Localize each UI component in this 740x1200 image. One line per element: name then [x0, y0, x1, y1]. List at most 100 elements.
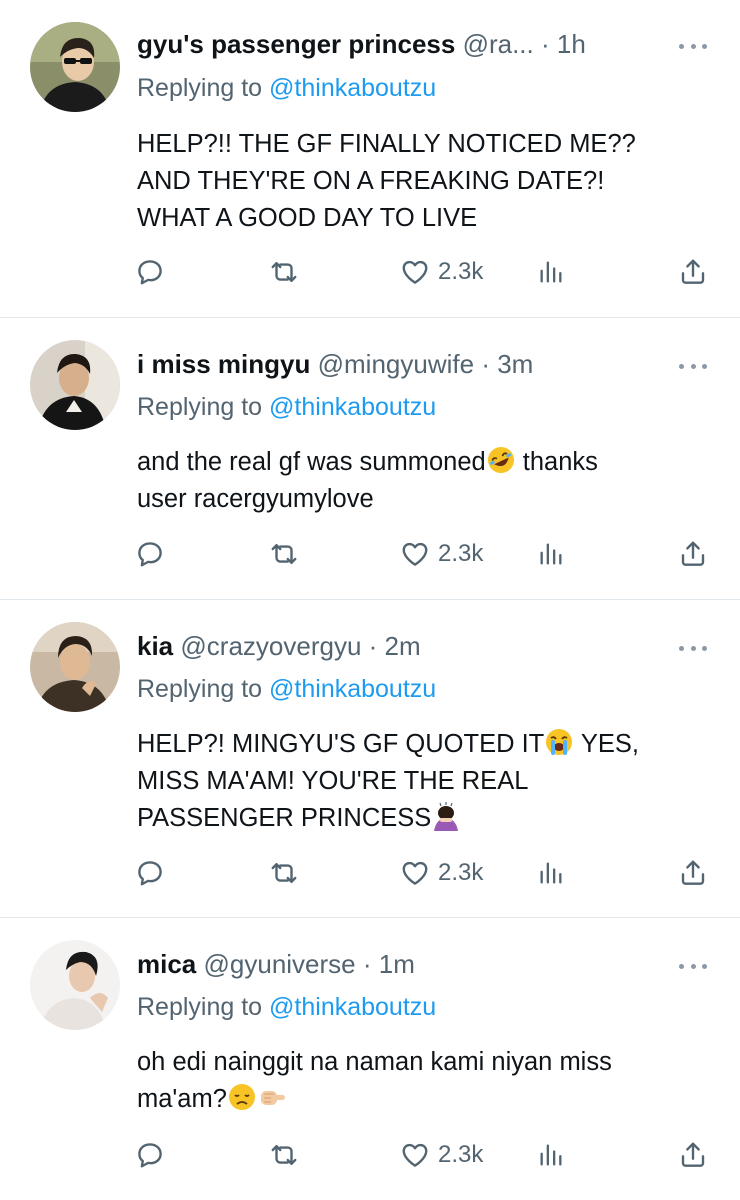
tweet[interactable]: gyu's passenger princess @ra... · 1h Rep… [0, 0, 740, 318]
tweet-text-segment: thanks [515, 448, 598, 476]
username[interactable]: @mingyuwife [318, 349, 474, 379]
avatar[interactable] [30, 340, 120, 430]
like-button[interactable]: 2.3k [400, 252, 483, 292]
tweet-text-line: HELP?! MINGYU'S GF QUOTED IT YES, [137, 726, 680, 763]
more-icon[interactable] [676, 356, 710, 376]
analytics-icon [540, 543, 562, 565]
username[interactable]: @gyuniverse [204, 949, 356, 979]
loudly-crying-emoji [546, 729, 573, 755]
timestamp[interactable]: 1m [379, 949, 415, 979]
display-name[interactable]: gyu's passenger princess [137, 29, 455, 59]
like-count: 2.3k [438, 859, 484, 886]
retweet-icon [271, 1145, 297, 1165]
share-icon [681, 541, 705, 566]
replying-to: Replying to @thinkaboutzu [137, 991, 436, 1023]
replying-to-label: Replying to [137, 393, 263, 421]
share-button[interactable] [678, 534, 708, 574]
tweet[interactable]: kia @crazyovergyu · 2m Replying to @thin… [0, 600, 740, 918]
tweet-header: mica @gyuniverse · 1m [137, 948, 670, 980]
separator-dot: · [540, 29, 550, 59]
tweet-header: i miss mingyu @mingyuwife · 3m [137, 348, 670, 380]
analytics-icon [540, 1144, 562, 1166]
retweet-button[interactable] [268, 534, 300, 574]
retweet-icon [271, 863, 297, 883]
heart-icon [402, 260, 428, 284]
tweet[interactable]: mica @gyuniverse · 1m Replying to @think… [0, 918, 740, 1200]
reply-icon [138, 260, 162, 285]
like-count: 2.3k [438, 258, 484, 285]
tweet-text: oh edi nainggit na naman kami niyan miss… [137, 1044, 680, 1118]
replying-to: Replying to @thinkaboutzu [137, 72, 436, 104]
display-name[interactable]: mica [137, 949, 196, 979]
share-icon [681, 860, 705, 885]
analytics-icon [540, 862, 562, 884]
tweet-text-line: AND THEY'RE ON A FREAKING DATE?! [137, 167, 605, 195]
avatar[interactable] [30, 940, 120, 1030]
timestamp[interactable]: 2m [385, 631, 421, 661]
more-icon[interactable] [676, 956, 710, 976]
tweet-text-line: WHAT A GOOD DAY TO LIVE [137, 204, 478, 232]
tweet-text-line: HELP?!! THE GF FINALLY NOTICED ME?? [137, 130, 636, 158]
more-icon[interactable] [676, 638, 710, 658]
tweet-text-segment: HELP?! MINGYU'S GF QUOTED IT [137, 730, 545, 758]
reply-icon [138, 1143, 162, 1168]
share-icon [681, 1142, 705, 1167]
username[interactable]: @crazyovergyu [180, 631, 361, 661]
avatar[interactable] [30, 622, 120, 712]
share-button[interactable] [678, 853, 708, 893]
retweet-icon [271, 544, 297, 564]
display-name[interactable]: kia [137, 631, 173, 661]
tweet-header: gyu's passenger princess @ra... · 1h [137, 28, 670, 60]
person-bowing-emoji [434, 802, 459, 831]
like-button[interactable]: 2.3k [400, 853, 483, 893]
tweet-text-line: PASSENGER PRINCESS [137, 800, 680, 837]
retweet-button[interactable] [268, 252, 300, 292]
timestamp[interactable]: 3m [497, 349, 533, 379]
mention-link[interactable]: @thinkaboutzu [269, 993, 436, 1021]
tweet-text-segment: PASSENGER PRINCESS [137, 804, 432, 832]
tweet-text-segment: YES, [574, 730, 639, 758]
mention-link[interactable]: @thinkaboutzu [269, 675, 436, 703]
like-button[interactable]: 2.3k [400, 1135, 483, 1175]
heart-icon [402, 542, 428, 566]
disappointed-face-emoji [228, 1084, 255, 1110]
reply-button[interactable] [135, 853, 165, 893]
replying-to-label: Replying to [137, 993, 263, 1021]
reply-icon [138, 861, 162, 886]
more-icon[interactable] [676, 36, 710, 56]
retweet-button[interactable] [268, 1135, 300, 1175]
reply-button[interactable] [135, 1135, 165, 1175]
mention-link[interactable]: @thinkaboutzu [269, 393, 436, 421]
like-button[interactable]: 2.3k [400, 534, 483, 574]
tweet[interactable]: i miss mingyu @mingyuwife · 3m Replying … [0, 318, 740, 600]
analytics-button[interactable] [537, 853, 565, 893]
heart-icon [402, 1143, 428, 1167]
avatar[interactable] [30, 22, 120, 112]
tweet-text: and the real gf was summoned thanks user… [137, 444, 680, 518]
username[interactable]: @ra... [463, 29, 534, 59]
separator-dot: · [481, 349, 490, 379]
replying-to: Replying to @thinkaboutzu [137, 391, 436, 423]
share-icon [681, 259, 705, 284]
tweet-text-line: ma'am? [137, 1081, 680, 1118]
tweet-text: HELP?!! THE GF FINALLY NOTICED ME?? AND … [137, 126, 680, 237]
replying-to-label: Replying to [137, 74, 263, 102]
share-button[interactable] [678, 252, 708, 292]
tweet-actions: 2.3k [0, 252, 740, 292]
analytics-icon [540, 261, 562, 283]
replying-to: Replying to @thinkaboutzu [137, 673, 436, 705]
like-count: 2.3k [438, 1141, 484, 1168]
tweet-text-segment: ma'am? [137, 1085, 227, 1113]
tweet-header: kia @crazyovergyu · 2m [137, 630, 670, 662]
tweet-actions: 2.3k [0, 853, 740, 893]
timestamp[interactable]: 1h [557, 29, 586, 59]
analytics-button[interactable] [537, 1135, 565, 1175]
display-name[interactable]: i miss mingyu [137, 349, 310, 379]
share-button[interactable] [678, 1135, 708, 1175]
reply-button[interactable] [135, 252, 165, 292]
reply-button[interactable] [135, 534, 165, 574]
analytics-button[interactable] [537, 252, 565, 292]
mention-link[interactable]: @thinkaboutzu [269, 74, 436, 102]
retweet-button[interactable] [268, 853, 300, 893]
analytics-button[interactable] [537, 534, 565, 574]
